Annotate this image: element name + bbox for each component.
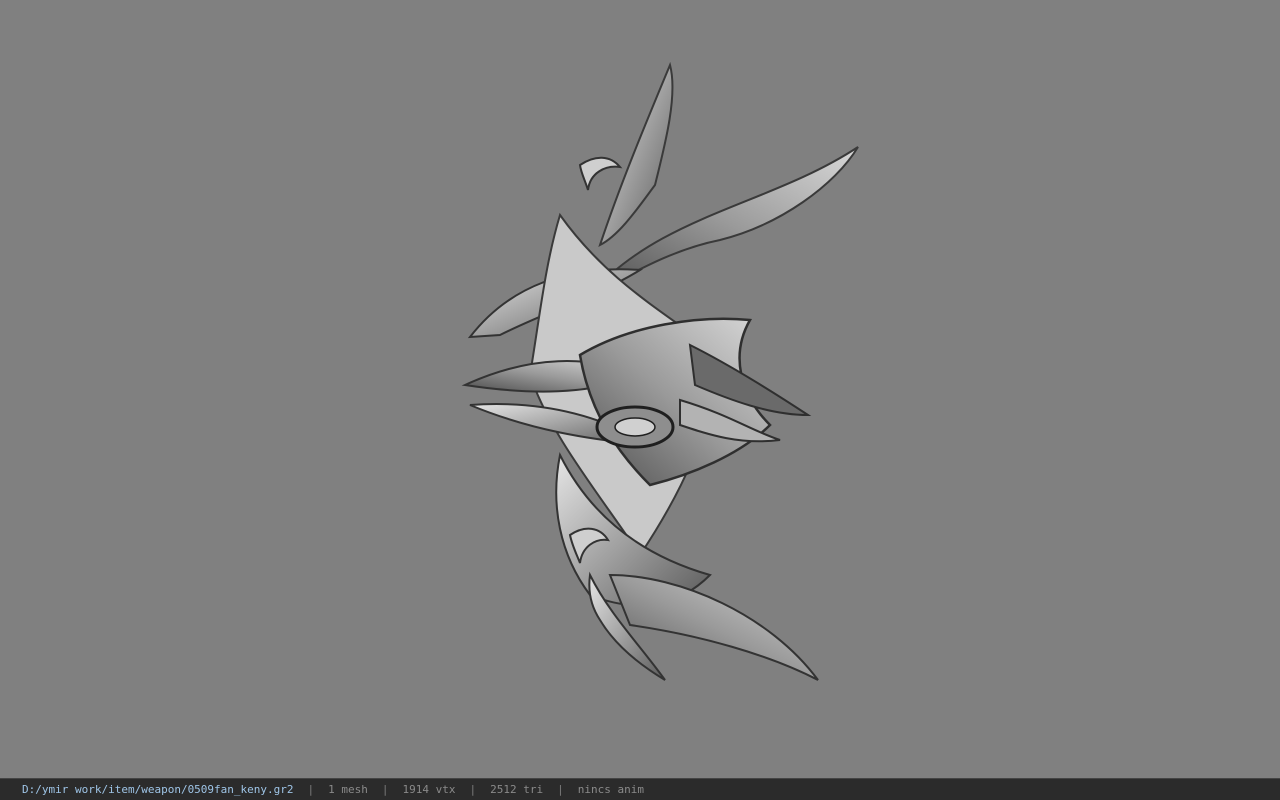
status-separator: | — [381, 783, 389, 796]
weapon-model-render[interactable] — [440, 55, 880, 695]
status-separator: | — [307, 783, 315, 796]
status-separator: | — [469, 783, 477, 796]
file-path-text: D:/ymir work/item/weapon/0509fan_keny.gr… — [22, 783, 294, 796]
3d-viewport[interactable] — [0, 0, 1280, 778]
status-separator: | — [557, 783, 564, 796]
mesh-count-text: 1 mesh — [328, 783, 368, 796]
status-bar: D:/ymir work/item/weapon/0509fan_keny.gr… — [0, 778, 1280, 800]
triangle-count-text: 2512 tri — [490, 783, 544, 796]
vertex-count-text: 1914 vtx — [402, 783, 456, 796]
animation-status-text: nincs anim — [577, 783, 644, 796]
